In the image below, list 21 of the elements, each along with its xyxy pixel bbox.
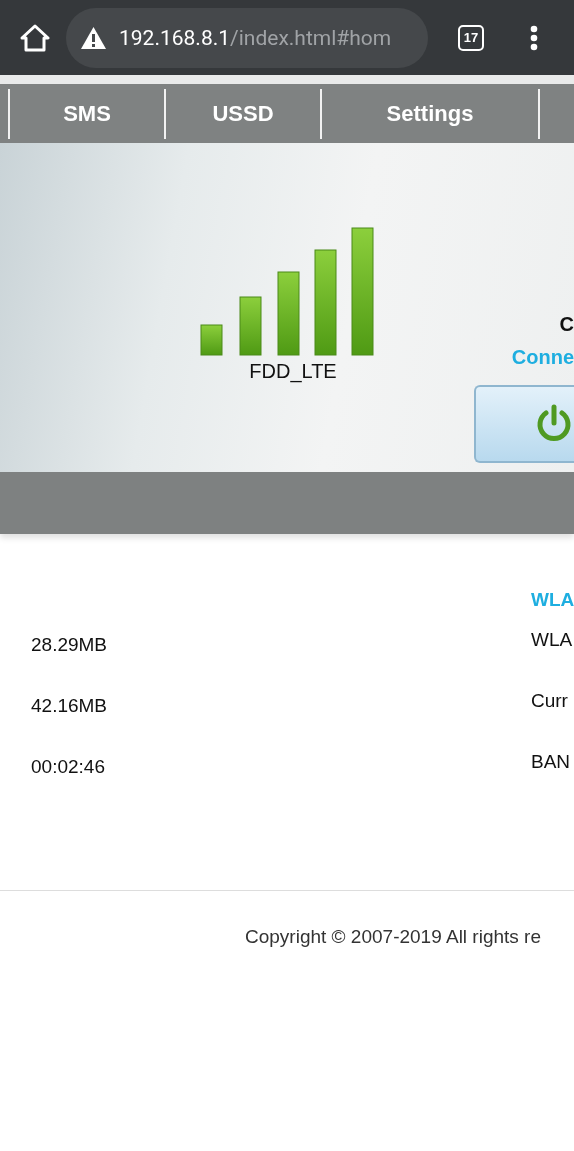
nav-tab[interactable]: Settings — [322, 84, 538, 143]
copyright-text: Copyright © 2007-2019 All rights re — [245, 926, 542, 948]
network-type: FDD_LTE — [249, 360, 337, 383]
tab-count[interactable]: 17 — [458, 24, 484, 51]
section-heading: WLA — [531, 589, 574, 612]
stat-value: 28.29MB — [31, 633, 108, 656]
nav-tab[interactable]: USSD — [166, 84, 320, 143]
warning-icon[interactable] — [80, 25, 107, 50]
info-label: WLA — [531, 628, 574, 651]
home-icon[interactable] — [20, 23, 50, 52]
menu-icon[interactable] — [530, 24, 538, 51]
stat-value: 00:02:46 — [31, 755, 105, 778]
address-bar[interactable]: 192.168.8.1/index.html#hom — [66, 7, 428, 68]
signal-strength-icon — [200, 227, 376, 356]
info-label: BAN — [531, 750, 572, 773]
status-title: C — [559, 313, 574, 336]
connection-status: Conne — [511, 346, 574, 369]
power-button[interactable] — [474, 385, 574, 463]
stat-value: 42.16MB — [31, 694, 108, 717]
info-label: Curr — [531, 689, 569, 712]
nav-tab[interactable]: SMS — [10, 84, 164, 143]
